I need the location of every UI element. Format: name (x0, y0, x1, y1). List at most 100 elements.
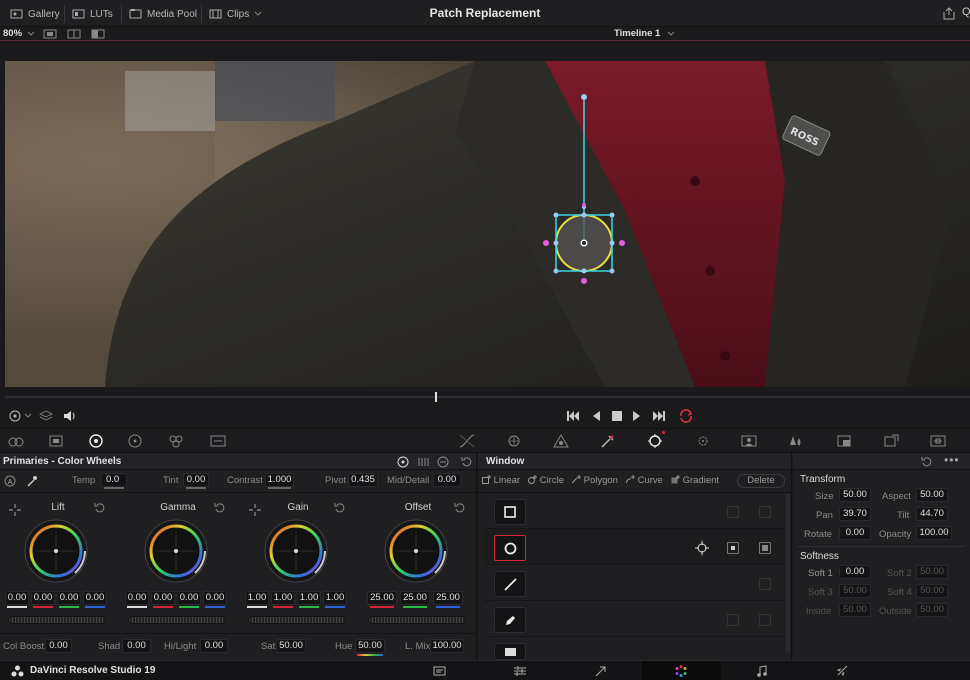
outside-field[interactable]: 50.00 (916, 603, 948, 617)
motion-effects-icon[interactable] (210, 434, 226, 448)
gamma-b-field[interactable]: 0.00 (203, 591, 227, 605)
crosshair-icon[interactable] (8, 503, 22, 517)
volume-icon[interactable] (62, 409, 76, 423)
tint-field[interactable]: 0.00 (183, 473, 209, 487)
offset-r-field[interactable]: 25.00 (367, 591, 397, 605)
single-viewer-icon[interactable] (43, 29, 57, 39)
offset-g-field[interactable]: 25.00 (400, 591, 430, 605)
invert-toggle[interactable] (727, 506, 739, 518)
color-match-icon[interactable] (48, 434, 64, 448)
inside-field[interactable]: 50.00 (839, 603, 871, 617)
qualifier-icon[interactable] (553, 434, 569, 448)
fusion-page-icon[interactable] (594, 665, 608, 677)
deliver-page-icon[interactable] (836, 665, 848, 677)
viewer-frame[interactable]: ROSS (5, 61, 970, 387)
invert-toggle[interactable] (727, 542, 739, 554)
play-reverse-icon[interactable] (591, 410, 601, 422)
lift-y-field[interactable]: 0.00 (5, 591, 29, 605)
stop-icon[interactable] (611, 410, 623, 422)
invert-toggle[interactable] (727, 614, 739, 626)
mask-toggle[interactable] (759, 506, 771, 518)
lift-g-field[interactable]: 0.00 (57, 591, 81, 605)
crosshair-icon[interactable] (248, 503, 262, 517)
playhead[interactable] (435, 392, 437, 402)
reset-icon[interactable] (214, 502, 226, 514)
curve-window-button[interactable]: Curve (625, 475, 663, 486)
tilt-field[interactable]: 44.70 (916, 507, 948, 521)
mid-detail-field[interactable]: 0.00 (433, 473, 461, 487)
primaries-bars-mode-icon[interactable] (417, 456, 429, 468)
onscreen-controls-icon[interactable] (8, 409, 32, 423)
soft-1-field[interactable]: 0.00 (839, 565, 871, 579)
lift-master-wheel[interactable] (8, 616, 106, 624)
reset-icon[interactable] (921, 456, 933, 468)
gamma-y-field[interactable]: 0.00 (125, 591, 149, 605)
l-mix-field[interactable]: 100.00 (430, 639, 464, 653)
blur-icon[interactable] (788, 434, 804, 448)
tracker-icon[interactable] (695, 434, 711, 448)
sizing-icon[interactable] (883, 434, 899, 448)
window-row-polygon[interactable] (484, 565, 784, 601)
layers-icon[interactable] (39, 409, 53, 423)
media-pool-button[interactable]: Media Pool (129, 6, 197, 22)
window-scrollbar[interactable] (786, 493, 790, 653)
offset-master-wheel[interactable] (368, 616, 466, 624)
gain-b-field[interactable]: 1.00 (323, 591, 347, 605)
stereo-3d-icon[interactable] (930, 434, 946, 448)
quick-export-label[interactable]: Q (962, 6, 970, 18)
gain-r-field[interactable]: 1.00 (271, 591, 295, 605)
color-warper-icon[interactable] (506, 434, 522, 448)
loop-icon[interactable] (678, 409, 694, 423)
window-overlay[interactable] (5, 61, 970, 387)
magic-mask-icon[interactable] (741, 434, 757, 448)
gradient-shape-button[interactable] (494, 643, 526, 660)
wipe-viewer-icon[interactable] (91, 29, 105, 39)
polygon-window-button[interactable]: Polygon (571, 475, 618, 486)
delete-button[interactable]: Delete (737, 474, 785, 488)
picker-icon[interactable] (26, 475, 38, 487)
gamma-g-field[interactable]: 0.00 (177, 591, 201, 605)
lift-r-field[interactable]: 0.00 (31, 591, 55, 605)
window-row-gradient[interactable] (484, 637, 784, 660)
rgb-mixer-icon[interactable] (168, 434, 184, 448)
circle-shape-button[interactable] (494, 535, 526, 561)
gain-g-field[interactable]: 1.00 (297, 591, 321, 605)
gain-wheel[interactable] (263, 518, 329, 584)
camera-raw-icon[interactable] (8, 434, 24, 448)
reset-icon[interactable] (94, 502, 106, 514)
edit-page-icon[interactable] (513, 665, 527, 677)
eyedropper-icon[interactable] (600, 434, 616, 448)
timeline-name[interactable]: Timeline 1 (614, 28, 660, 39)
polygon-shape-button[interactable] (494, 571, 526, 597)
rotate-field[interactable]: 0.00 (839, 526, 871, 540)
gamma-master-wheel[interactable] (128, 616, 226, 624)
gain-master-wheel[interactable] (248, 616, 346, 624)
offset-b-field[interactable]: 25.00 (433, 591, 463, 605)
go-to-start-icon[interactable] (566, 410, 580, 422)
share-icon[interactable] (942, 7, 956, 20)
linear-window-button[interactable]: Linear (482, 475, 520, 486)
crosshair-icon[interactable] (695, 541, 709, 555)
hi-light-field[interactable]: 0.00 (200, 639, 228, 653)
window-row-curve[interactable] (484, 601, 784, 637)
gallery-button[interactable]: Gallery (10, 6, 60, 22)
window-row-linear[interactable] (484, 493, 784, 529)
chevron-down-icon[interactable] (667, 31, 675, 37)
lift-b-field[interactable]: 0.00 (83, 591, 107, 605)
shad-field[interactable]: 0.00 (122, 639, 151, 653)
luts-button[interactable]: LUTs (72, 6, 113, 22)
zoom-level[interactable]: 80% (3, 28, 22, 39)
reset-icon[interactable] (461, 456, 473, 468)
primaries-wheels-icon[interactable] (88, 434, 104, 448)
sat-field[interactable]: 50.00 (276, 639, 306, 653)
mask-toggle[interactable] (759, 542, 771, 554)
gain-y-field[interactable]: 1.00 (245, 591, 269, 605)
split-viewer-icon[interactable] (67, 29, 81, 39)
reset-icon[interactable] (334, 502, 346, 514)
soft-3-field[interactable]: 50.00 (839, 584, 871, 598)
mask-toggle[interactable] (759, 614, 771, 626)
pivot-field[interactable]: 0.435 (348, 473, 378, 487)
curve-shape-button[interactable] (494, 607, 526, 633)
lift-wheel[interactable] (23, 518, 89, 584)
play-icon[interactable] (632, 410, 642, 422)
